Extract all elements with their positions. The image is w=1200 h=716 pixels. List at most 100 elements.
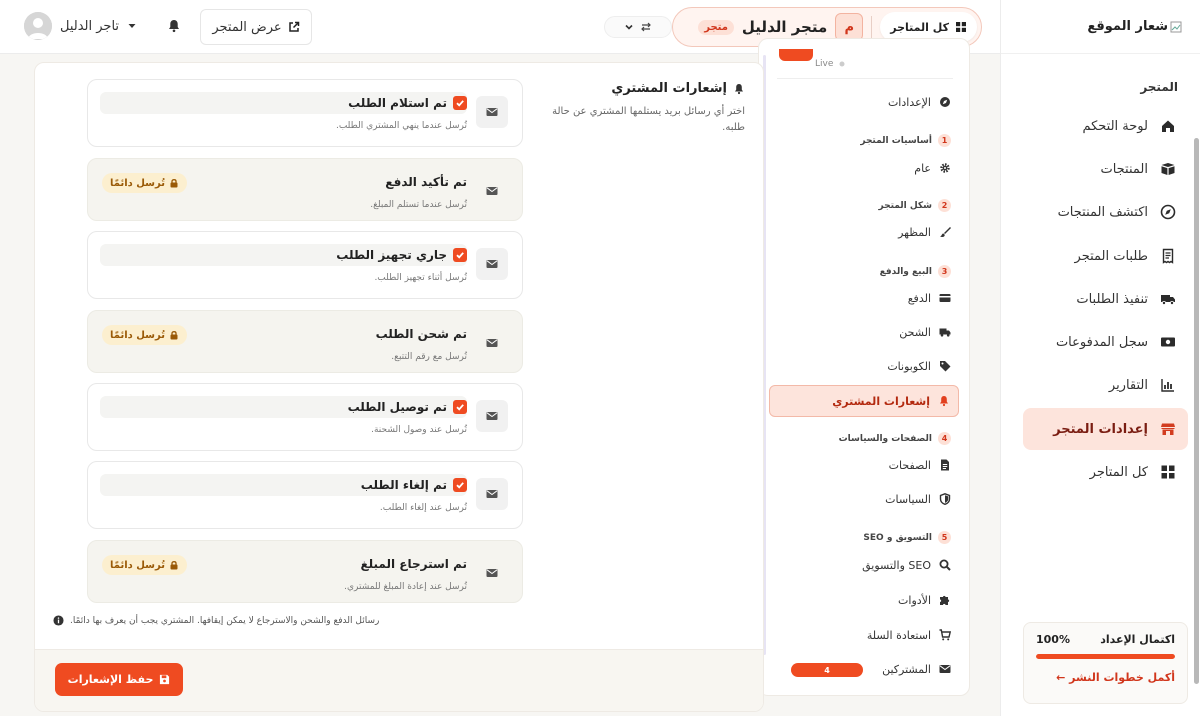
subscribers-count-badge: 4	[791, 663, 863, 677]
section-header: إشعارات المشتري اختر أي رسائل بريد يستلم…	[549, 81, 745, 136]
sidebar-item-products[interactable]: المنتجات	[1023, 149, 1188, 189]
notification-header[interactable]: جاري تجهيز الطلب	[100, 244, 467, 266]
page-scrollbar[interactable]	[1192, 54, 1200, 716]
group-number: 4	[938, 432, 951, 445]
notification-title: جاري تجهيز الطلب	[336, 248, 447, 262]
subnav-item-label: المشتركين	[882, 662, 931, 676]
gear-icon	[939, 162, 951, 174]
live-toggle[interactable]	[779, 49, 813, 61]
store-icon	[1160, 421, 1176, 437]
sidebar-item-label: المنتجات	[1100, 161, 1148, 177]
group-label: الصفحات والسياسات	[838, 433, 932, 444]
notification-checkbox[interactable]	[453, 478, 467, 492]
credit-card-icon	[939, 292, 951, 304]
subnav-item-general[interactable]: عام	[779, 153, 955, 183]
grid-icon	[955, 21, 967, 33]
puzzle-icon	[939, 594, 951, 606]
store-switch-dropdown[interactable]	[604, 16, 672, 38]
sidebar-item-reports[interactable]: التقارير	[1023, 365, 1188, 405]
notification-card[interactable]: تم توصيل الطلب تُرسل عند وصول الشحنة.	[87, 383, 523, 451]
notification-card[interactable]: جاري تجهيز الطلب تُرسل أثناء تجهيز الطلب.	[87, 231, 523, 299]
external-link-icon	[288, 21, 300, 33]
subnav-item-settings[interactable]: الإعدادات	[779, 87, 955, 117]
sidebar-item-orders[interactable]: طلبات المتجر	[1023, 236, 1188, 276]
notification-description: تُرسل عند إعادة المبلغ للمشتري.	[344, 582, 467, 592]
notification-header[interactable]: تم استلام الطلب	[100, 92, 467, 114]
subnav-item-label: السياسات	[885, 492, 931, 506]
divider	[871, 16, 873, 38]
notification-description: تُرسل عند إلغاء الطلب.	[379, 503, 467, 513]
group-label: البيع والدفع	[879, 266, 932, 277]
setup-title: اكتمال الإعداد	[1100, 633, 1175, 646]
notification-card[interactable]: تم إلغاء الطلب تُرسل عند إلغاء الطلب.	[87, 461, 523, 529]
main-sidebar: شعار الموقع المتجر لوحة التحكم المنتجات …	[1000, 0, 1200, 716]
subnav-item-seo[interactable]: SEO والتسويق	[779, 550, 955, 580]
notification-title: تم استلام الطلب	[348, 96, 447, 110]
subnav-group-3: 3 البيع والدفع	[880, 265, 951, 278]
subnav-item-label: استعادة السلة	[866, 628, 931, 642]
money-icon	[1160, 334, 1176, 350]
page-scrollbar-thumb[interactable]	[1194, 138, 1199, 684]
setup-progress-fill	[1036, 654, 1175, 659]
subnav-item-policies[interactable]: السياسات	[779, 484, 955, 514]
live-status-row: Live	[777, 49, 953, 79]
site-logo[interactable]: شعار الموقع	[1001, 0, 1200, 54]
notification-checkbox[interactable]	[453, 248, 467, 262]
setup-progress-bar	[1036, 654, 1175, 659]
view-store-button[interactable]: عرض المتجر	[200, 9, 312, 45]
sidebar-item-all-stores[interactable]: كل المتاجر	[1023, 452, 1188, 492]
always-sent-badge: تُرسل دائمًا	[102, 173, 187, 193]
subnav-item-coupons[interactable]: الكوبونات	[779, 351, 955, 381]
subnav-item-label: SEO والتسويق	[862, 558, 931, 572]
notification-checkbox[interactable]	[453, 96, 467, 110]
sidebar-item-dashboard[interactable]: لوحة التحكم	[1023, 106, 1188, 146]
notification-description: تُرسل عندما تستلم المبلغ.	[370, 200, 467, 210]
always-sent-label: تُرسل دائمًا	[110, 177, 165, 189]
subnav-item-subscribers[interactable]: المشتركين 4	[779, 654, 955, 684]
notification-card: تم شحن الطلب تُرسل مع رقم التتبع. تُرسل دا…	[87, 310, 523, 373]
section-description: اختر أي رسائل بريد يستلمها المشتري عن حا…	[552, 106, 745, 133]
sidebar-item-fulfillment[interactable]: تنفيذ الطلبات	[1023, 279, 1188, 319]
info-note: رسائل الدفع والشحن والاسترجاع لا يمكن إي…	[53, 615, 379, 626]
section-title: إشعارات المشتري	[611, 81, 727, 96]
sidebar-item-discover[interactable]: اكتشف المنتجات	[1023, 192, 1188, 232]
subnav-item-appearance[interactable]: المظهر	[779, 217, 955, 247]
notifications-panel: إشعارات المشتري اختر أي رسائل بريد يستلم…	[34, 62, 764, 712]
subnav-item-label: الدفع	[907, 291, 931, 305]
shield-icon	[939, 493, 951, 505]
logo-text: شعار الموقع	[1087, 19, 1168, 34]
truck-icon	[1160, 291, 1176, 307]
save-icon	[159, 674, 170, 685]
subnav-item-pages[interactable]: الصفحات	[779, 450, 955, 480]
always-sent-label: تُرسل دائمًا	[110, 329, 165, 341]
subnav-item-shipping[interactable]: الشحن	[779, 317, 955, 347]
notification-card[interactable]: تم استلام الطلب تُرسل عندما ينهي المشتري …	[87, 79, 523, 147]
group-label: التسويق و SEO	[863, 532, 932, 543]
save-notifications-button[interactable]: حفظ الإشعارات	[55, 663, 183, 696]
notification-description: تُرسل مع رقم التتبع.	[391, 352, 467, 362]
complete-publish-link[interactable]: أكمل خطوات النشر ←	[1036, 671, 1175, 684]
receipt-icon	[1160, 248, 1176, 264]
notification-header[interactable]: تم إلغاء الطلب	[100, 474, 467, 496]
group-number: 2	[938, 199, 951, 212]
subnav-item-label: المظهر	[898, 225, 931, 239]
subnav-group-2: 2 شكل المتجر	[878, 199, 951, 212]
notification-checkbox[interactable]	[453, 400, 467, 414]
sidebar-item-label: إعدادات المتجر	[1053, 421, 1148, 437]
sidebar-item-store-settings[interactable]: إعدادات المتجر	[1023, 408, 1188, 450]
notifications-bell-icon[interactable]	[166, 18, 182, 34]
setup-progress-card: اكتمال الإعداد 100% أكمل خطوات النشر ←	[1023, 622, 1188, 704]
setup-percent: 100%	[1036, 633, 1070, 646]
subnav-item-buyer-notifications[interactable]: إشعارات المشتري	[769, 385, 959, 417]
live-label: Live	[815, 58, 834, 69]
subnav-item-label: الإعدادات	[887, 95, 931, 109]
live-dot-icon	[839, 61, 845, 67]
subnav-item-tools[interactable]: الأدوات	[779, 585, 955, 615]
always-sent-badge: تُرسل دائمًا	[102, 325, 187, 345]
subnav-item-payment[interactable]: الدفع	[779, 283, 955, 313]
notification-header[interactable]: تم توصيل الطلب	[100, 396, 467, 418]
sidebar-item-payments-log[interactable]: سجل المدفوعات	[1023, 322, 1188, 362]
subnav-item-cart-recovery[interactable]: استعادة السلة	[779, 620, 955, 650]
user-menu[interactable]: تاجر الدليل	[24, 12, 137, 40]
envelope-icon	[476, 248, 508, 280]
